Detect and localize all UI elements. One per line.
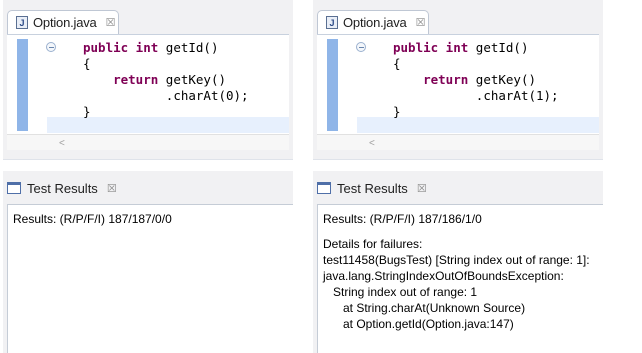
code-line-2: { [393, 56, 401, 71]
code-line-4: .charAt(1); [475, 88, 559, 103]
code-line-3: return getKey() [113, 72, 226, 87]
editor-view: J Option.java ☒ public int getId(){ retu… [3, 0, 293, 160]
test-results-tab[interactable]: Test Results ☒ [7, 176, 117, 200]
test-results-view: Test Results ☒ Results: (R/P/F/I) 187/18… [3, 171, 293, 353]
test-results-tab[interactable]: Test Results ☒ [317, 176, 427, 200]
editor-view: J Option.java ☒ public int getId(){ retu… [313, 0, 603, 160]
change-marker-bar [327, 39, 338, 131]
code-text: public int getId(){ return getKey() .cha… [83, 40, 249, 120]
java-file-icon: J [16, 16, 28, 29]
test-results-body: Results: (R/P/F/I) 187/187/0/0 [7, 204, 293, 353]
editor-tab-option-java[interactable]: J Option.java ☒ [317, 10, 429, 34]
code-line-4: .charAt(0); [165, 88, 249, 103]
java-file-icon: J [326, 16, 338, 29]
horizontal-scrollbar[interactable]: < [7, 134, 289, 150]
code-text: public int getId(){ return getKey() .cha… [393, 40, 559, 120]
horizontal-scrollbar[interactable]: < [317, 134, 599, 150]
fold-collapse-icon[interactable] [356, 42, 366, 52]
fold-collapse-icon[interactable] [46, 42, 56, 52]
right-comparison-panel: J Option.java ☒ public int getId(){ retu… [313, 0, 603, 353]
editor-tab-option-java[interactable]: J Option.java ☒ [7, 10, 119, 34]
close-icon[interactable]: ☒ [417, 182, 427, 195]
failure-line: String index out of range: 1 [323, 285, 478, 299]
code-line-5: } [83, 104, 91, 119]
results-summary: Results: (R/P/F/I) 187/187/0/0 [13, 212, 172, 226]
code-editor-area[interactable]: public int getId(){ return getKey() .cha… [7, 34, 289, 134]
test-results-body: Results: (R/P/F/I) 187/186/1/0 Details f… [317, 204, 603, 353]
failures-heading: Details for failures: [323, 237, 423, 251]
test-results-tab-label: Test Results [337, 180, 408, 196]
left-comparison-panel: J Option.java ☒ public int getId(){ retu… [3, 0, 293, 353]
code-line-1: public int getId() [393, 40, 529, 55]
scroll-left-arrow-icon[interactable]: < [369, 138, 375, 149]
scroll-left-arrow-icon[interactable]: < [59, 138, 65, 149]
test-results-window-icon [317, 182, 331, 194]
close-icon[interactable]: ☒ [107, 182, 117, 195]
close-icon[interactable]: ☒ [416, 16, 426, 29]
close-icon[interactable]: ☒ [106, 16, 116, 29]
code-line-1: public int getId() [83, 40, 219, 55]
failure-line: at Option.getId(Option.java:147) [323, 317, 514, 331]
test-results-window-icon [7, 182, 21, 194]
code-line-3: return getKey() [423, 72, 536, 87]
editor-tab-label: Option.java [343, 15, 407, 30]
change-marker-bar [17, 39, 28, 131]
test-results-view: Test Results ☒ Results: (R/P/F/I) 187/18… [313, 171, 603, 353]
code-line-2: { [83, 56, 91, 71]
editor-tab-label: Option.java [33, 15, 97, 30]
results-summary: Results: (R/P/F/I) 187/186/1/0 [323, 212, 482, 226]
test-results-tab-label: Test Results [27, 180, 98, 196]
code-line-5: } [393, 104, 401, 119]
failure-line: at String.charAt(Unknown Source) [323, 301, 526, 315]
code-editor-area[interactable]: public int getId(){ return getKey() .cha… [317, 34, 599, 134]
failure-line: java.lang.StringIndexOutOfBoundsExceptio… [323, 269, 564, 283]
failure-line: test11458(BugsTest) [String index out of… [323, 253, 590, 267]
